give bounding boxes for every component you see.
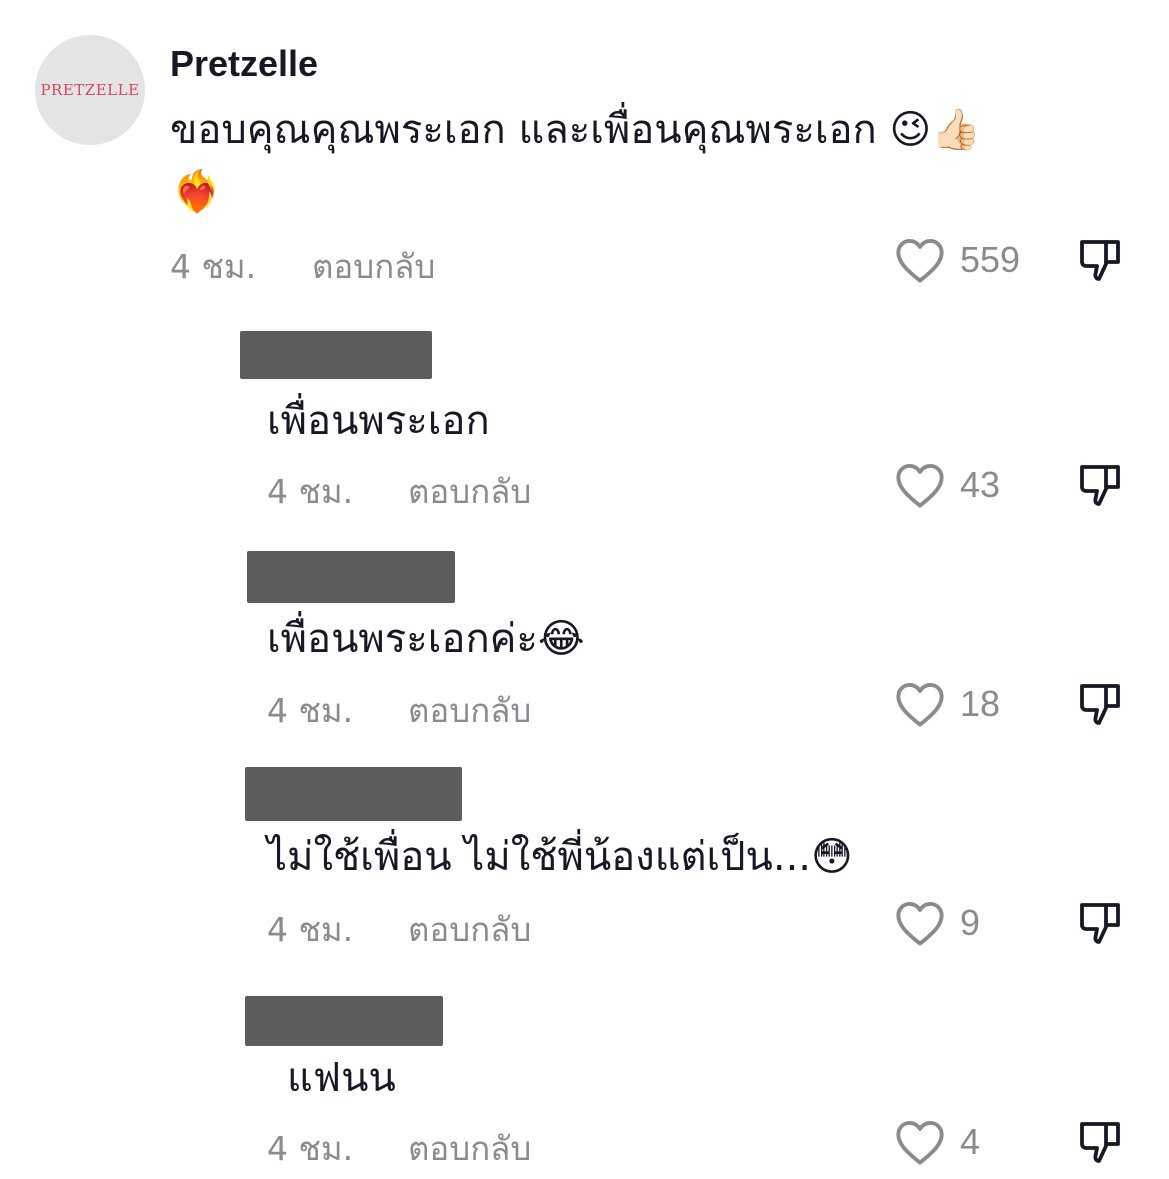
comment-text: ขอบคุณคุณพระเอก และเพื่อนคุณพระเอก 😉👍🏻 (170, 107, 981, 153)
reply-time: 4 ชม. (267, 691, 354, 730)
reply-text: ไม่ใช้เพื่อน ไม่ใช้พี่น้องแต่เป็น...😳 (267, 834, 853, 880)
redacted-username (247, 551, 455, 603)
comment-text-emoji: ❤️‍🔥 (172, 169, 222, 215)
reply-time: 4 ชม. (267, 1129, 354, 1168)
thumbs-down-icon[interactable] (1076, 898, 1124, 948)
like-count: 559 (960, 239, 1021, 280)
comment-username[interactable]: Pretzelle (170, 43, 318, 85)
avatar-logo-text: PRETZELLE (40, 81, 140, 99)
heart-icon (896, 682, 944, 727)
heart-icon (896, 901, 944, 946)
heart-icon (896, 238, 944, 283)
like-button[interactable]: 9 (894, 898, 980, 948)
heart-icon (896, 463, 944, 508)
reply-button[interactable]: ตอบกลับ (408, 684, 531, 737)
thumbs-down-icon[interactable] (1076, 235, 1124, 285)
like-button[interactable]: 43 (894, 460, 1000, 510)
redacted-username (240, 331, 432, 379)
thumbs-down-icon[interactable] (1076, 460, 1124, 510)
reply-text: แฟนน (287, 1055, 396, 1101)
reply-button[interactable]: ตอบกลับ (312, 240, 435, 293)
like-button[interactable]: 559 (894, 235, 1020, 285)
like-count: 18 (960, 683, 1001, 724)
reply-time: 4 ชม. (267, 910, 354, 949)
reply-time: 4 ชม. (267, 472, 354, 511)
thumbs-down-icon[interactable] (1076, 1117, 1124, 1167)
reply-button[interactable]: ตอบกลับ (408, 1122, 531, 1175)
like-count: 4 (960, 1121, 981, 1162)
redacted-username (245, 996, 443, 1046)
avatar[interactable]: PRETZELLE (35, 35, 145, 145)
heart-icon (896, 1120, 944, 1165)
comment-time: 4 ชม. (170, 247, 257, 286)
like-button[interactable]: 4 (894, 1117, 980, 1167)
reply-button[interactable]: ตอบกลับ (408, 903, 531, 956)
reply-text: เพื่อนพระเอก (267, 398, 490, 444)
thumbs-down-icon[interactable] (1076, 679, 1124, 729)
comments-list: PRETZELLE Pretzelle ขอบคุณคุณพระเอก และเ… (0, 0, 1169, 1179)
redacted-username (245, 767, 462, 821)
reply-text: เพื่อนพระเอกค่ะ😂 (267, 616, 585, 662)
like-count: 43 (960, 464, 1001, 505)
like-count: 9 (960, 902, 981, 943)
reply-button[interactable]: ตอบกลับ (408, 465, 531, 518)
like-button[interactable]: 18 (894, 679, 1000, 729)
